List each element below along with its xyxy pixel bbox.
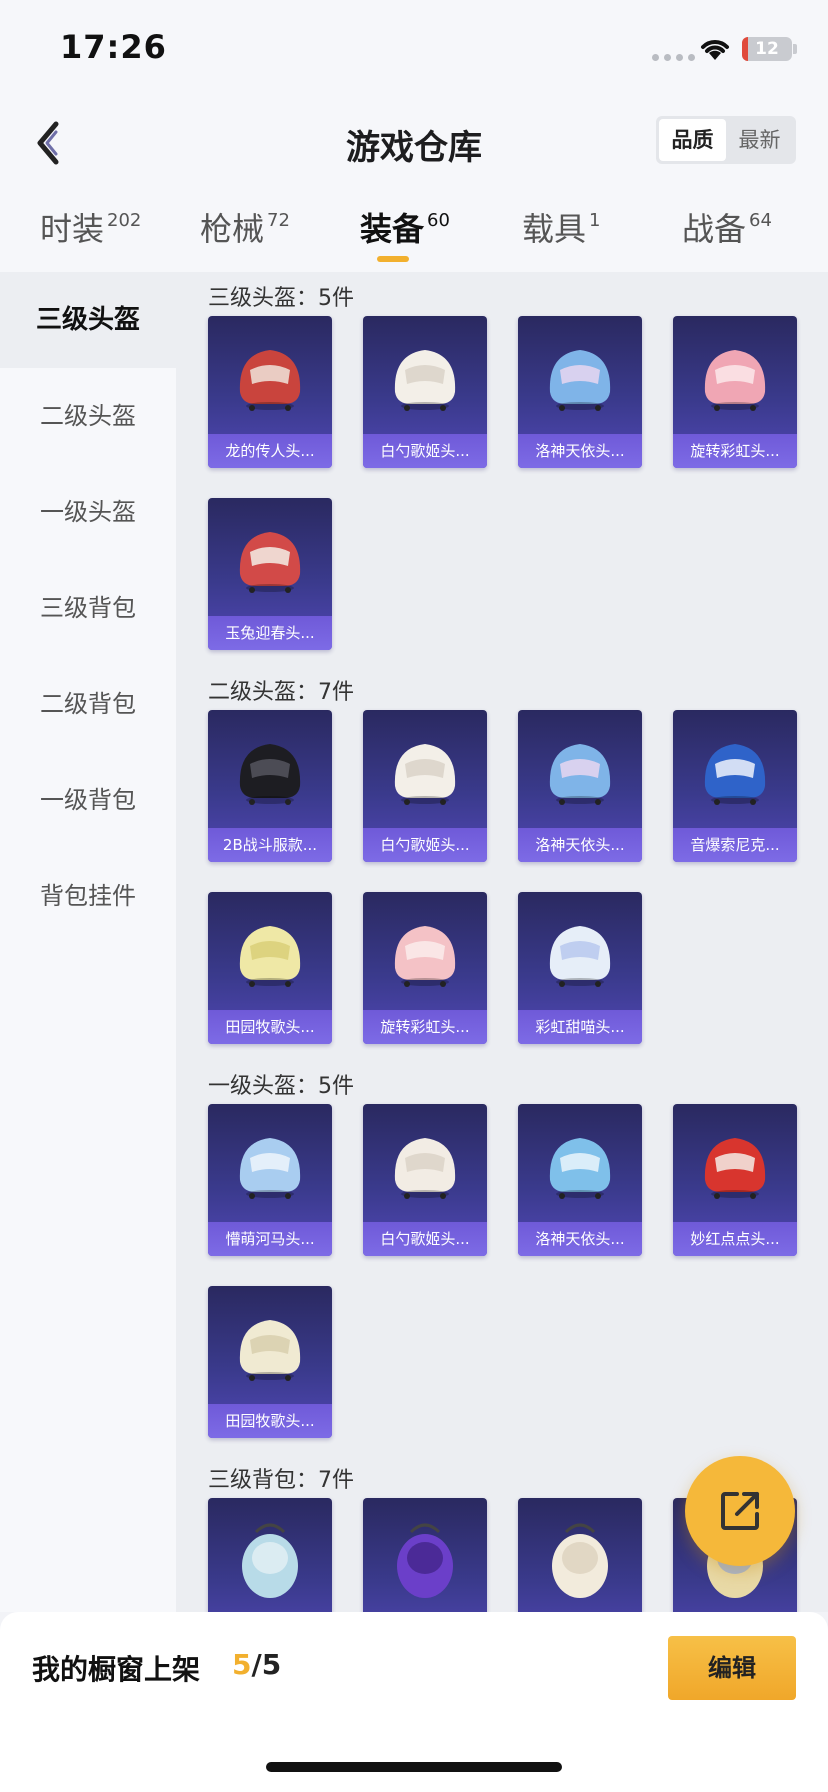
tab-fashion[interactable]: 时装 202 [40,204,141,250]
pink-helmet-icon [394,926,456,987]
item-card[interactable]: 白勺歌姬头... [363,316,487,468]
item-card[interactable]: 洛神天依头... [518,710,642,862]
tab-weapons[interactable]: 枪械 72 [200,204,290,250]
blue-round-helmet-icon [239,1138,301,1199]
item-label: 白勺歌姬头... [363,434,487,468]
sidebar-item-level2-helmet[interactable]: 二级头盔 [0,368,176,464]
section-title: 二级头盔：7件 [208,680,354,705]
sort-quality-button[interactable]: 品质 [659,119,726,161]
share-button[interactable] [685,1456,795,1566]
section-title: 一级头盔：5件 [208,1074,354,1099]
item-grid: 三级头盔：5件龙的传人头... 白勺歌姬头... 洛神天依头... 旋转彩虹头... 玉… [176,272,828,1612]
item-label: 田园牧歌头... [208,1010,332,1044]
cream-backpack-icon [552,1523,608,1598]
item-card[interactable]: 玉兔迎春头... [208,498,332,650]
red-tactical-helmet-icon [239,350,301,411]
status-bar: 17:26 12 [0,0,828,96]
item-card[interactable]: 白勺歌姬头... [363,1104,487,1256]
sort-toggle: 品质 最新 [656,116,796,164]
cat-ear-helmet-icon [549,926,611,987]
category-tabs: 时装 202 枪械 72 装备 60 载具 1 战备 64 [0,192,828,272]
item-card[interactable]: 旋转彩虹头... [673,316,797,468]
battery-level: 12 [755,39,779,59]
sidebar-item-level3-backpack[interactable]: 三级背包 [0,560,176,656]
tab-supplies[interactable]: 战备 64 [682,204,772,250]
item-label: 洛神天依头... [518,1222,642,1256]
battery-icon: 12 [742,37,792,61]
blue-ribbon-helmet-icon [549,744,611,805]
white-bunny-helmet-icon [394,350,456,411]
item-label: 2B战斗服款... [208,828,332,862]
item-card[interactable]: 2B战斗服款... [208,710,332,862]
item-label: 懵萌河马头... [208,1222,332,1256]
wifi-icon [701,40,729,60]
sidebar-item-backpack-charm[interactable]: 背包挂件 [0,848,176,944]
status-time: 17:26 [60,28,167,66]
item-label: 旋转彩虹头... [673,434,797,468]
sidebar-item-level1-backpack[interactable]: 一级背包 [0,752,176,848]
black-helmet-icon [239,744,301,805]
item-label: 彩虹甜喵头... [518,1010,642,1044]
share-icon [721,1492,759,1530]
turtle-backpack-icon [397,1523,453,1598]
section-title: 三级头盔：5件 [208,286,354,311]
item-label: 音爆索尼克... [673,828,797,862]
item-card[interactable]: 旋转彩虹头... [363,892,487,1044]
sort-newest-button[interactable]: 最新 [726,119,793,161]
tab-vehicles[interactable]: 载具 1 [522,204,600,250]
sidebar: 三级头盔 二级头盔 一级头盔 三级背包 二级背包 一级背包 背包挂件 [0,272,176,1612]
active-tab-indicator [377,256,409,262]
item-label: 妙红点点头... [673,1222,797,1256]
blue-stripe-helmet-icon [549,1138,611,1199]
item-card[interactable]: 妙红点点头... [673,1104,797,1256]
red-round-helmet-icon [704,1138,766,1199]
item-card[interactable]: 洛神天依头... [518,1104,642,1256]
yellow-straw-helmet-icon [239,926,301,987]
hippo-backpack-icon [242,1523,298,1598]
red-white-helmet-icon [239,532,301,593]
item-label: 白勺歌姬头... [363,1222,487,1256]
sidebar-item-level3-helmet[interactable]: 三级头盔 [0,272,176,368]
item-card[interactable]: 彩虹甜喵头... [518,892,642,1044]
item-label: 白勺歌姬头... [363,828,487,862]
edit-button[interactable]: 编辑 [668,1636,796,1700]
item-card[interactable] [208,1498,332,1612]
showcase-count: 5/5 [232,1648,282,1681]
section-title: 三级背包：7件 [208,1468,354,1493]
white-bunny-helmet-icon [394,744,456,805]
sidebar-item-level2-backpack[interactable]: 二级背包 [0,656,176,752]
item-card[interactable]: 田园牧歌头... [208,892,332,1044]
item-card[interactable]: 白勺歌姬头... [363,710,487,862]
item-card[interactable] [518,1498,642,1612]
item-label: 田园牧歌头... [208,1404,332,1438]
header: 游戏仓库 品质 最新 [0,96,828,192]
item-label: 龙的传人头... [208,434,332,468]
signal-icon [652,54,695,61]
blue-hedgehog-helmet-icon [704,744,766,805]
item-label: 玉兔迎春头... [208,616,332,650]
blue-ribbon-helmet-icon [549,350,611,411]
tab-equipment[interactable]: 装备 60 [360,204,450,250]
showcase-label: 我的橱窗上架 [32,1653,201,1686]
item-label: 旋转彩虹头... [363,1010,487,1044]
item-card[interactable]: 音爆索尼克... [673,710,797,862]
sidebar-item-level1-helmet[interactable]: 一级头盔 [0,464,176,560]
item-card[interactable]: 田园牧歌头... [208,1286,332,1438]
cream-round-helmet-icon [239,1320,301,1381]
item-label: 洛神天依头... [518,434,642,468]
item-card[interactable]: 洛神天依头... [518,316,642,468]
white-round-helmet-icon [394,1138,456,1199]
pink-tactical-helmet-icon [704,350,766,411]
item-card[interactable] [363,1498,487,1612]
item-card[interactable]: 懵萌河马头... [208,1104,332,1256]
home-indicator [266,1762,562,1772]
item-card[interactable]: 龙的传人头... [208,316,332,468]
item-label: 洛神天依头... [518,828,642,862]
